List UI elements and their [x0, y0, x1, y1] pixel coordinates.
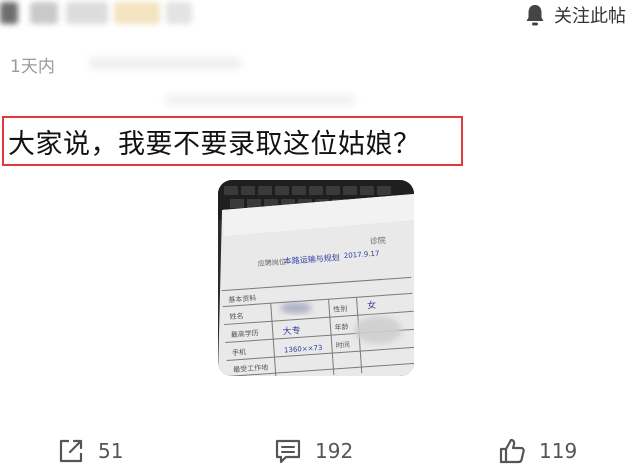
share-count: 51: [98, 439, 124, 463]
comment-count: 192: [315, 439, 354, 463]
application-form-photo: 应聘岗位 本路运输与规划 2017.9.17 诊院 基本资料 姓名 最高学历 手…: [218, 180, 414, 376]
action-bar: 51 192 119: [0, 428, 640, 474]
share-button[interactable]: 51: [56, 434, 123, 468]
blurred-meta: [165, 95, 355, 105]
form-right-label: 性别: [333, 304, 348, 314]
post-time: 1天内: [10, 57, 55, 77]
handwriting-gender: 女: [367, 299, 377, 312]
blurred-badge: [114, 2, 160, 24]
form-right-label: 时间: [335, 340, 350, 350]
blurred-username: [66, 2, 108, 24]
form-row-label: 手机: [232, 347, 247, 357]
post-question: 大家说，我要不要录取这位姑娘？: [2, 116, 463, 166]
follow-post-button[interactable]: 关注此帖: [524, 2, 626, 28]
form-row-label: 姓名: [229, 311, 244, 321]
comment-button[interactable]: 192: [273, 434, 353, 468]
comment-icon: [275, 439, 301, 464]
blurred-username: [30, 2, 58, 24]
blurred-avatar: [0, 2, 18, 24]
follow-label: 关注此帖: [554, 6, 626, 27]
bell-icon: [526, 5, 544, 26]
share-icon: [59, 439, 83, 463]
blurred-meta: [90, 58, 240, 68]
blurred-user-header[interactable]: [0, 0, 200, 30]
thumbs-up-icon: [499, 438, 525, 464]
like-count: 119: [539, 439, 578, 463]
post-page: 关注此帖 1天内 大家说，我要不要录取这位姑娘？ 应聘岗位 本路运输与规划 20…: [0, 0, 640, 475]
like-button[interactable]: 119: [497, 434, 577, 468]
post-photo[interactable]: 应聘岗位 本路运输与规划 2017.9.17 诊院 基本资料 姓名 最高学历 手…: [218, 180, 414, 376]
blurred-username: [166, 2, 192, 24]
form-right-label: 年龄: [334, 322, 349, 332]
svg-text:诊院: 诊院: [369, 235, 386, 246]
question-text: 大家说，我要不要录取这位姑娘？: [8, 128, 421, 160]
